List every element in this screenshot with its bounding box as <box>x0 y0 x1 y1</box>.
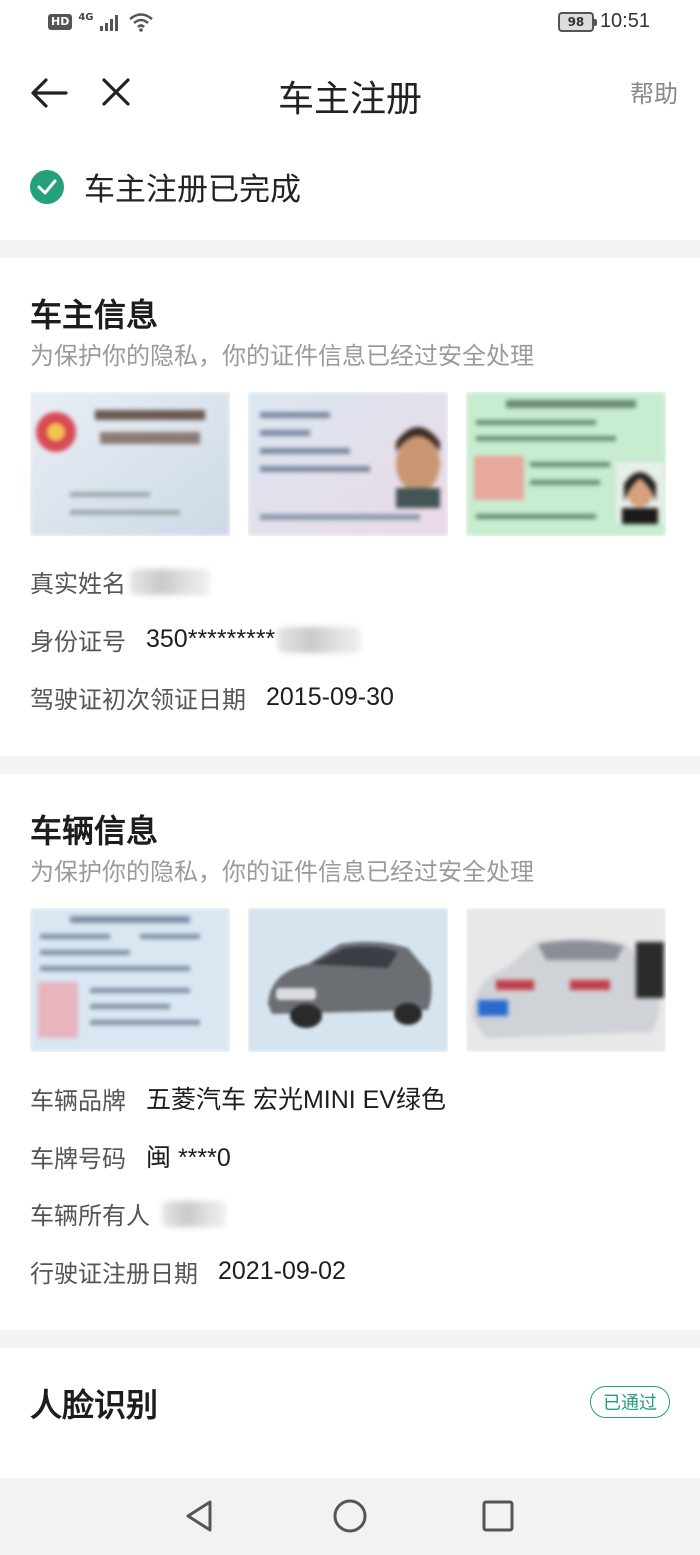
plate-number-value: 闽 ****0 <box>146 1144 231 1172</box>
registration-date-label: 行驶证注册日期 <box>30 1260 198 1288</box>
vehicle-brand-value: 五菱汽车 宏光MINI EV绿色 <box>146 1086 447 1114</box>
real-name-row: 真实姓名 <box>30 564 210 599</box>
status-right: 98 10:51 <box>557 10 650 33</box>
face-recognition-card: 人脸识别 已通过 <box>0 1348 700 1478</box>
system-home-button[interactable] <box>330 1496 370 1536</box>
hd-badge: HD <box>48 14 73 30</box>
clock: 10:51 <box>599 10 650 32</box>
vehicle-info-card: 车辆信息 为保护你的隐私，你的证件信息已经过安全处理 车辆品牌 五菱汽车 宏光M… <box>0 774 700 1330</box>
complete-message: 车主注册已完成 <box>84 172 301 208</box>
plate-number-label: 车牌号码 <box>30 1144 126 1173</box>
plate-number-row: 车牌号码 闽 ****0 <box>30 1138 231 1174</box>
vehicle-license-thumbnail[interactable] <box>30 908 230 1052</box>
battery-level: 98 <box>567 14 585 29</box>
face-section-title: 人脸识别 <box>30 1386 159 1424</box>
network-type: 4G <box>78 11 94 23</box>
status-left: HD 4G <box>48 12 154 32</box>
system-recents-button[interactable] <box>478 1496 518 1536</box>
nav-bar: 车主注册 帮助 <box>0 48 700 136</box>
registration-complete-banner: 车主注册已完成 <box>0 136 700 240</box>
triangle-back-icon <box>186 1500 212 1532</box>
vehicle-brand-row: 车辆品牌 五菱汽车 宏光MINI EV绿色 <box>30 1080 446 1116</box>
help-link[interactable]: 帮助 <box>630 74 678 109</box>
vehicle-section-title: 车辆信息 <box>30 812 159 850</box>
vehicle-section-subtitle: 为保护你的隐私，你的证件信息已经过安全处理 <box>30 858 534 886</box>
registration-date-row: 行驶证注册日期 2021-09-02 <box>30 1254 346 1289</box>
vehicle-rear-photo-thumbnail[interactable] <box>466 908 666 1052</box>
battery-icon: 98 <box>557 11 597 32</box>
vehicle-front-photo-thumbnail[interactable] <box>248 908 448 1052</box>
vehicle-owner-row: 车辆所有人 <box>30 1196 226 1231</box>
vehicle-owner-masked <box>162 1200 226 1227</box>
owner-section-title: 车主信息 <box>30 296 159 334</box>
circle-home-icon <box>333 1499 367 1533</box>
id-number-value: 350********* <box>146 625 276 653</box>
id-number-masked <box>277 626 362 653</box>
system-back-button[interactable] <box>180 1496 220 1536</box>
real-name-label: 真实姓名 <box>30 570 126 598</box>
id-card-front-thumbnail[interactable] <box>30 392 230 536</box>
driver-license-thumbnail[interactable] <box>466 392 666 536</box>
status-bar: HD 4G 98 10:51 <box>0 0 700 48</box>
system-nav-bar <box>0 1478 700 1555</box>
real-name-masked <box>130 568 210 595</box>
owner-info-card: 车主信息 为保护你的隐私，你的证件信息已经过安全处理 真实姓名 身份证号 350… <box>0 258 700 756</box>
license-date-value: 2015-09-30 <box>266 683 394 711</box>
registration-date-value: 2021-09-02 <box>218 1257 346 1285</box>
signal-icon <box>99 15 118 31</box>
license-date-row: 驾驶证初次领证日期 2015-09-30 <box>30 680 394 715</box>
vehicle-owner-label: 车辆所有人 <box>30 1202 150 1230</box>
license-date-label: 驾驶证初次领证日期 <box>30 686 246 714</box>
vehicle-brand-label: 车辆品牌 <box>30 1086 126 1115</box>
id-number-row: 身份证号 350********* <box>30 622 362 657</box>
owner-section-subtitle: 为保护你的隐私，你的证件信息已经过安全处理 <box>30 342 534 370</box>
id-number-label: 身份证号 <box>30 628 126 656</box>
passed-status-badge: 已通过 <box>590 1386 670 1418</box>
page-title: 车主注册 <box>277 79 422 120</box>
check-circle-icon <box>30 170 64 204</box>
square-recents-icon <box>482 1500 514 1532</box>
wifi-icon <box>128 13 153 32</box>
id-card-back-thumbnail[interactable] <box>248 392 448 536</box>
